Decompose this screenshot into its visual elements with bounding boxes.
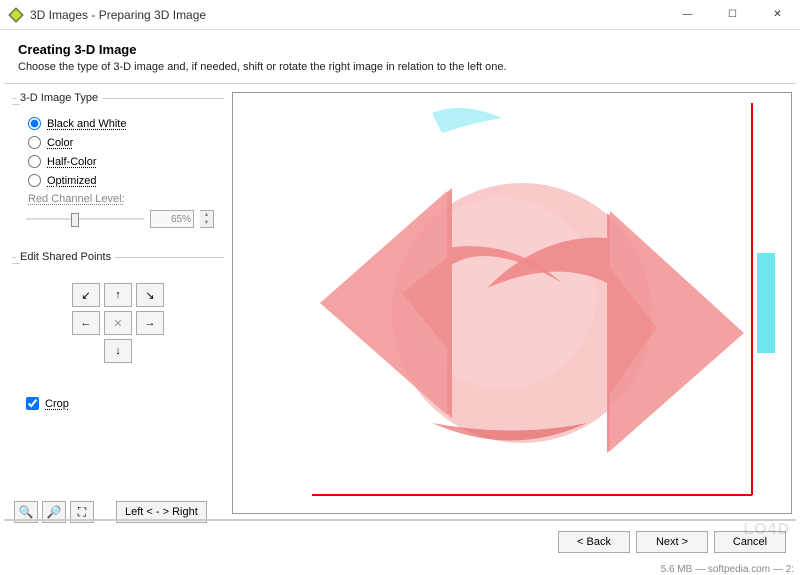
red-channel-slider[interactable] (26, 209, 144, 229)
back-button[interactable]: < Back (558, 531, 630, 553)
window-title: 3D Images - Preparing 3D Image (30, 8, 665, 22)
next-button[interactable]: Next > (636, 531, 708, 553)
red-channel-spinner[interactable]: ▲▼ (200, 210, 214, 228)
radio-color-input[interactable] (28, 136, 41, 149)
zoom-in-icon: 🔍 (19, 505, 34, 519)
edit-points-group: Edit Shared Points ↙ ↑ ↘ ← ✕ → ↓ (12, 251, 224, 377)
shift-up-button[interactable]: ↑ (104, 283, 132, 307)
zoom-out-icon: 🔎 (47, 505, 62, 519)
shift-down-button[interactable]: ↓ (104, 339, 132, 363)
crop-row[interactable]: Crop (26, 397, 224, 410)
shift-left-button[interactable]: ← (72, 311, 100, 335)
radio-bw-input[interactable] (28, 117, 41, 130)
radio-color-label: Color (47, 137, 73, 149)
edit-points-legend: Edit Shared Points (16, 251, 115, 263)
radio-optimized-label: Optimized (47, 175, 97, 187)
radio-halfcolor[interactable]: Half-Color (28, 155, 218, 168)
red-channel-value: 65% (150, 210, 194, 228)
radio-bw[interactable]: Black and White (28, 117, 218, 130)
slider-thumb-icon[interactable] (71, 213, 79, 227)
radio-color[interactable]: Color (28, 136, 218, 149)
radio-optimized[interactable]: Optimized (28, 174, 218, 187)
close-button[interactable]: ✕ (755, 0, 800, 29)
radio-optimized-input[interactable] (28, 174, 41, 187)
preview-pane (232, 92, 792, 514)
app-icon (8, 7, 24, 23)
image-type-legend: 3-D Image Type (16, 92, 102, 104)
red-channel-label: Red Channel Level: (28, 193, 220, 205)
fit-icon: ⛶ (78, 505, 86, 520)
rotate-ccw-button[interactable]: ↙ (72, 283, 100, 307)
maximize-button[interactable]: ☐ (710, 0, 755, 29)
cancel-button[interactable]: Cancel (714, 531, 786, 553)
shift-right-button[interactable]: → (136, 311, 164, 335)
status-bar: 5.6 MB — softpedia.com — 2: (661, 564, 794, 575)
radio-halfcolor-label: Half-Color (47, 156, 97, 168)
page-title: Creating 3-D Image (18, 42, 782, 57)
page-desc: Choose the type of 3-D image and, if nee… (18, 61, 782, 73)
radio-bw-label: Black and White (47, 118, 126, 130)
minimize-button[interactable]: — (665, 0, 710, 29)
image-type-group: 3-D Image Type Black and White Color Hal… (12, 92, 224, 237)
crop-label: Crop (45, 398, 69, 410)
rotate-cw-button[interactable]: ↘ (136, 283, 164, 307)
reset-button[interactable]: ✕ (104, 311, 132, 335)
preview-image (233, 93, 791, 513)
crop-checkbox[interactable] (26, 397, 39, 410)
radio-halfcolor-input[interactable] (28, 155, 41, 168)
